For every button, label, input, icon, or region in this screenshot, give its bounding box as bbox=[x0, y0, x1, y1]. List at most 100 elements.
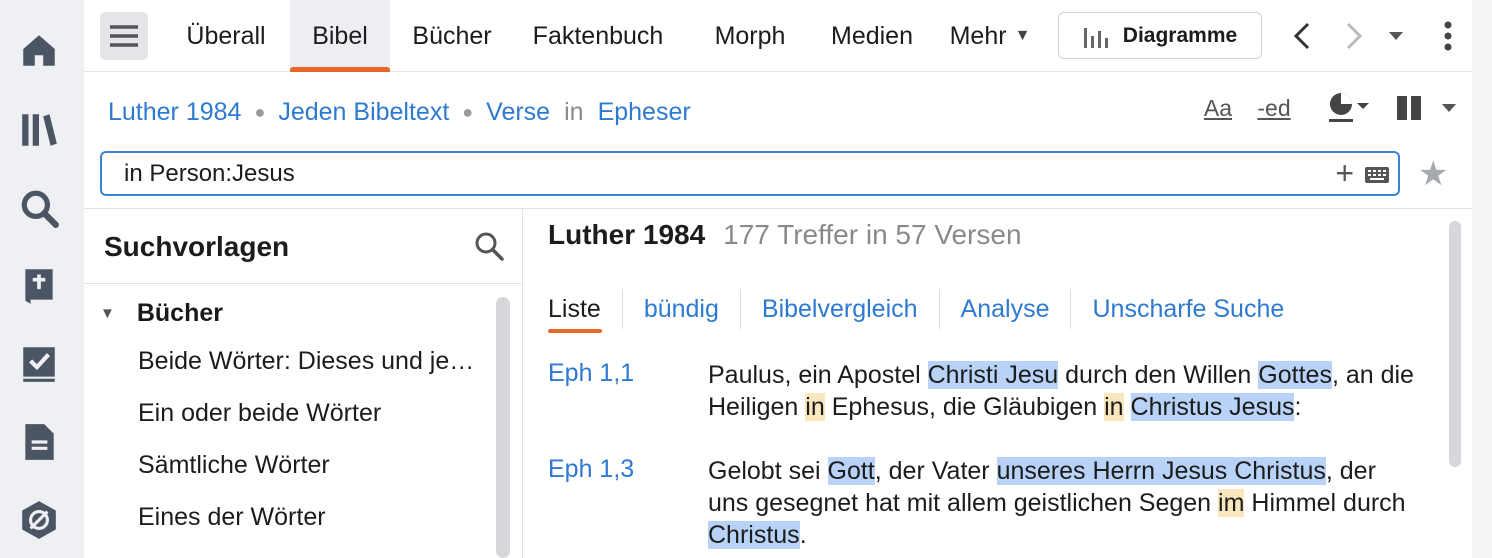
view-tabs: Liste bündig Bibelvergleich Analyse Unsc… bbox=[548, 289, 1305, 333]
search-query: in Person:Jesus bbox=[124, 159, 295, 187]
chevron-right-icon bbox=[1346, 22, 1363, 50]
inflection-label: -ed bbox=[1257, 94, 1291, 121]
font-size-button[interactable]: Aa bbox=[1200, 88, 1236, 128]
forward-button[interactable] bbox=[1336, 14, 1372, 58]
tab-label: Überall bbox=[186, 21, 266, 50]
match-highlight: unseres Herrn Jesus Christus bbox=[996, 457, 1326, 485]
divider bbox=[84, 283, 523, 284]
tab-factbook[interactable]: Faktenbuch bbox=[524, 0, 672, 72]
verse-text: Gelobt sei Gott, der Vater unseres Herrn… bbox=[708, 455, 1418, 551]
expand-triangle-icon: ▼ bbox=[100, 305, 115, 322]
chevron-left-icon bbox=[1293, 22, 1310, 50]
verse-text-run: Himmel durch bbox=[1244, 489, 1406, 517]
match-highlight: Christi Jesu bbox=[927, 361, 1059, 389]
tab-fuzzy-search[interactable]: Unscharfe Suche bbox=[1070, 289, 1305, 329]
kebab-icon bbox=[1444, 21, 1452, 51]
window-edge bbox=[1472, 0, 1492, 558]
library-icon[interactable] bbox=[17, 108, 61, 152]
group-label: Bücher bbox=[136, 299, 223, 327]
term-highlight: in bbox=[1104, 393, 1124, 421]
visual-filter-button[interactable] bbox=[1324, 88, 1374, 128]
tab-label: Mehr bbox=[949, 21, 1007, 50]
pie-icon bbox=[1329, 93, 1369, 122]
tab-compact[interactable]: bündig bbox=[621, 289, 740, 329]
verse-text-run: Gelobt sei bbox=[708, 457, 828, 485]
separator-dot: ● bbox=[254, 101, 266, 122]
search-window: Überall Bibel Bücher Faktenbuch Morph Me… bbox=[84, 0, 1472, 558]
scope-link[interactable]: Jeden Bibeltext bbox=[278, 98, 449, 127]
template-item[interactable]: Sämtliche Wörter bbox=[138, 451, 488, 480]
template-item[interactable]: Beide Wörter: Dieses und jenes bbox=[138, 347, 488, 376]
home-icon[interactable] bbox=[17, 28, 61, 72]
bible-icon[interactable] bbox=[17, 264, 61, 308]
guides-icon[interactable] bbox=[17, 498, 61, 542]
tab-morph[interactable]: Morph bbox=[702, 0, 798, 72]
tab-everywhere[interactable]: Überall bbox=[174, 0, 278, 72]
in-label: in bbox=[564, 97, 584, 126]
verse-text-run: . bbox=[799, 521, 807, 549]
verse-reference-link[interactable]: Eph 1,1 bbox=[548, 359, 634, 388]
favorite-star-icon[interactable]: ★ bbox=[1418, 154, 1448, 194]
tab-more[interactable]: Mehr ▼ bbox=[944, 0, 1036, 72]
tab-bible[interactable]: Bibel bbox=[290, 0, 390, 72]
tab-label: Morph bbox=[714, 21, 786, 50]
chevron-down-icon: ▼ bbox=[1014, 27, 1031, 44]
caret-down-icon bbox=[1442, 104, 1456, 112]
verse-text-run: , der Vater bbox=[874, 457, 997, 485]
tab-media[interactable]: Medien bbox=[824, 0, 920, 72]
diagrams-label: Diagramme bbox=[1122, 23, 1238, 47]
scrollbar[interactable] bbox=[1449, 221, 1461, 467]
separator-dot: ● bbox=[462, 101, 474, 122]
tab-books[interactable]: Bücher bbox=[402, 0, 502, 72]
bar-chart-icon bbox=[1083, 27, 1108, 48]
resource-link[interactable]: Luther 1984 bbox=[108, 98, 241, 127]
app-rail bbox=[0, 0, 84, 558]
tab-bible-comparison[interactable]: Bibelvergleich bbox=[739, 289, 939, 329]
diagrams-button[interactable]: Diagramme bbox=[1058, 12, 1262, 59]
menu-button[interactable] bbox=[100, 12, 148, 60]
search-input[interactable]: in Person:Jesus + bbox=[100, 151, 1400, 196]
scrollbar[interactable] bbox=[496, 297, 510, 558]
match-highlight: Gott bbox=[827, 457, 875, 485]
template-item[interactable]: Eines der Wörter bbox=[138, 503, 488, 532]
hamburger-icon bbox=[110, 25, 138, 47]
results-count: 177 Treffer in 57 Versen bbox=[723, 219, 1022, 250]
match-highlight: Christus Jesus bbox=[1130, 393, 1295, 421]
verse-result: Eph 1,3 Gelobt sei Gott, der Vater unser… bbox=[548, 455, 1428, 555]
panel-search-icon[interactable] bbox=[474, 231, 504, 266]
history-dropdown[interactable] bbox=[1378, 14, 1414, 58]
results-title: Luther 1984 bbox=[548, 219, 706, 250]
verse-text: Paulus, ein Apostel Christi Jesu durch d… bbox=[708, 359, 1418, 423]
term-highlight: in bbox=[805, 393, 825, 421]
tab-label: Medien bbox=[831, 21, 913, 50]
verse-text-run: durch den Willen bbox=[1058, 361, 1259, 389]
split-view-button[interactable] bbox=[1392, 88, 1426, 128]
match-highlight: Gottes bbox=[1258, 361, 1332, 389]
range-link[interactable]: Epheser bbox=[598, 98, 691, 127]
tab-analysis[interactable]: Analyse bbox=[938, 289, 1071, 329]
results-panel: Luther 1984 177 Treffer in 57 Versen Lis… bbox=[524, 209, 1472, 558]
template-item[interactable]: Ein oder beide Wörter bbox=[138, 399, 488, 428]
add-icon[interactable]: + bbox=[1335, 157, 1354, 189]
caret-down-icon bbox=[1389, 32, 1403, 40]
checklist-icon[interactable] bbox=[17, 342, 61, 386]
tab-label: Faktenbuch bbox=[532, 21, 664, 50]
keyboard-icon[interactable] bbox=[1364, 164, 1390, 192]
verse-result: Eph 1,1 Paulus, ein Apostel Christi Jesu… bbox=[548, 359, 1428, 429]
font-size-label: Aa bbox=[1203, 94, 1233, 121]
tab-label: Bibel bbox=[312, 21, 368, 50]
panel-title: Suchvorlagen bbox=[104, 231, 290, 262]
results-header: Luther 1984 177 Treffer in 57 Versen bbox=[548, 219, 1022, 251]
verse-reference-link[interactable]: Eph 1,3 bbox=[548, 455, 634, 484]
inflection-button[interactable]: -ed bbox=[1254, 88, 1294, 128]
group-books[interactable]: ▼ Bücher bbox=[100, 299, 223, 328]
panel-menu-dropdown[interactable] bbox=[1436, 88, 1462, 128]
verse-text-run: Paulus, ein Apostel bbox=[708, 361, 928, 389]
tab-list[interactable]: Liste bbox=[548, 289, 622, 333]
document-icon[interactable] bbox=[17, 420, 61, 464]
unit-link[interactable]: Verse bbox=[486, 98, 550, 127]
back-button[interactable] bbox=[1284, 14, 1320, 58]
more-options-button[interactable] bbox=[1430, 14, 1466, 58]
search-icon[interactable] bbox=[17, 186, 61, 230]
verse-text-run bbox=[1124, 393, 1131, 421]
